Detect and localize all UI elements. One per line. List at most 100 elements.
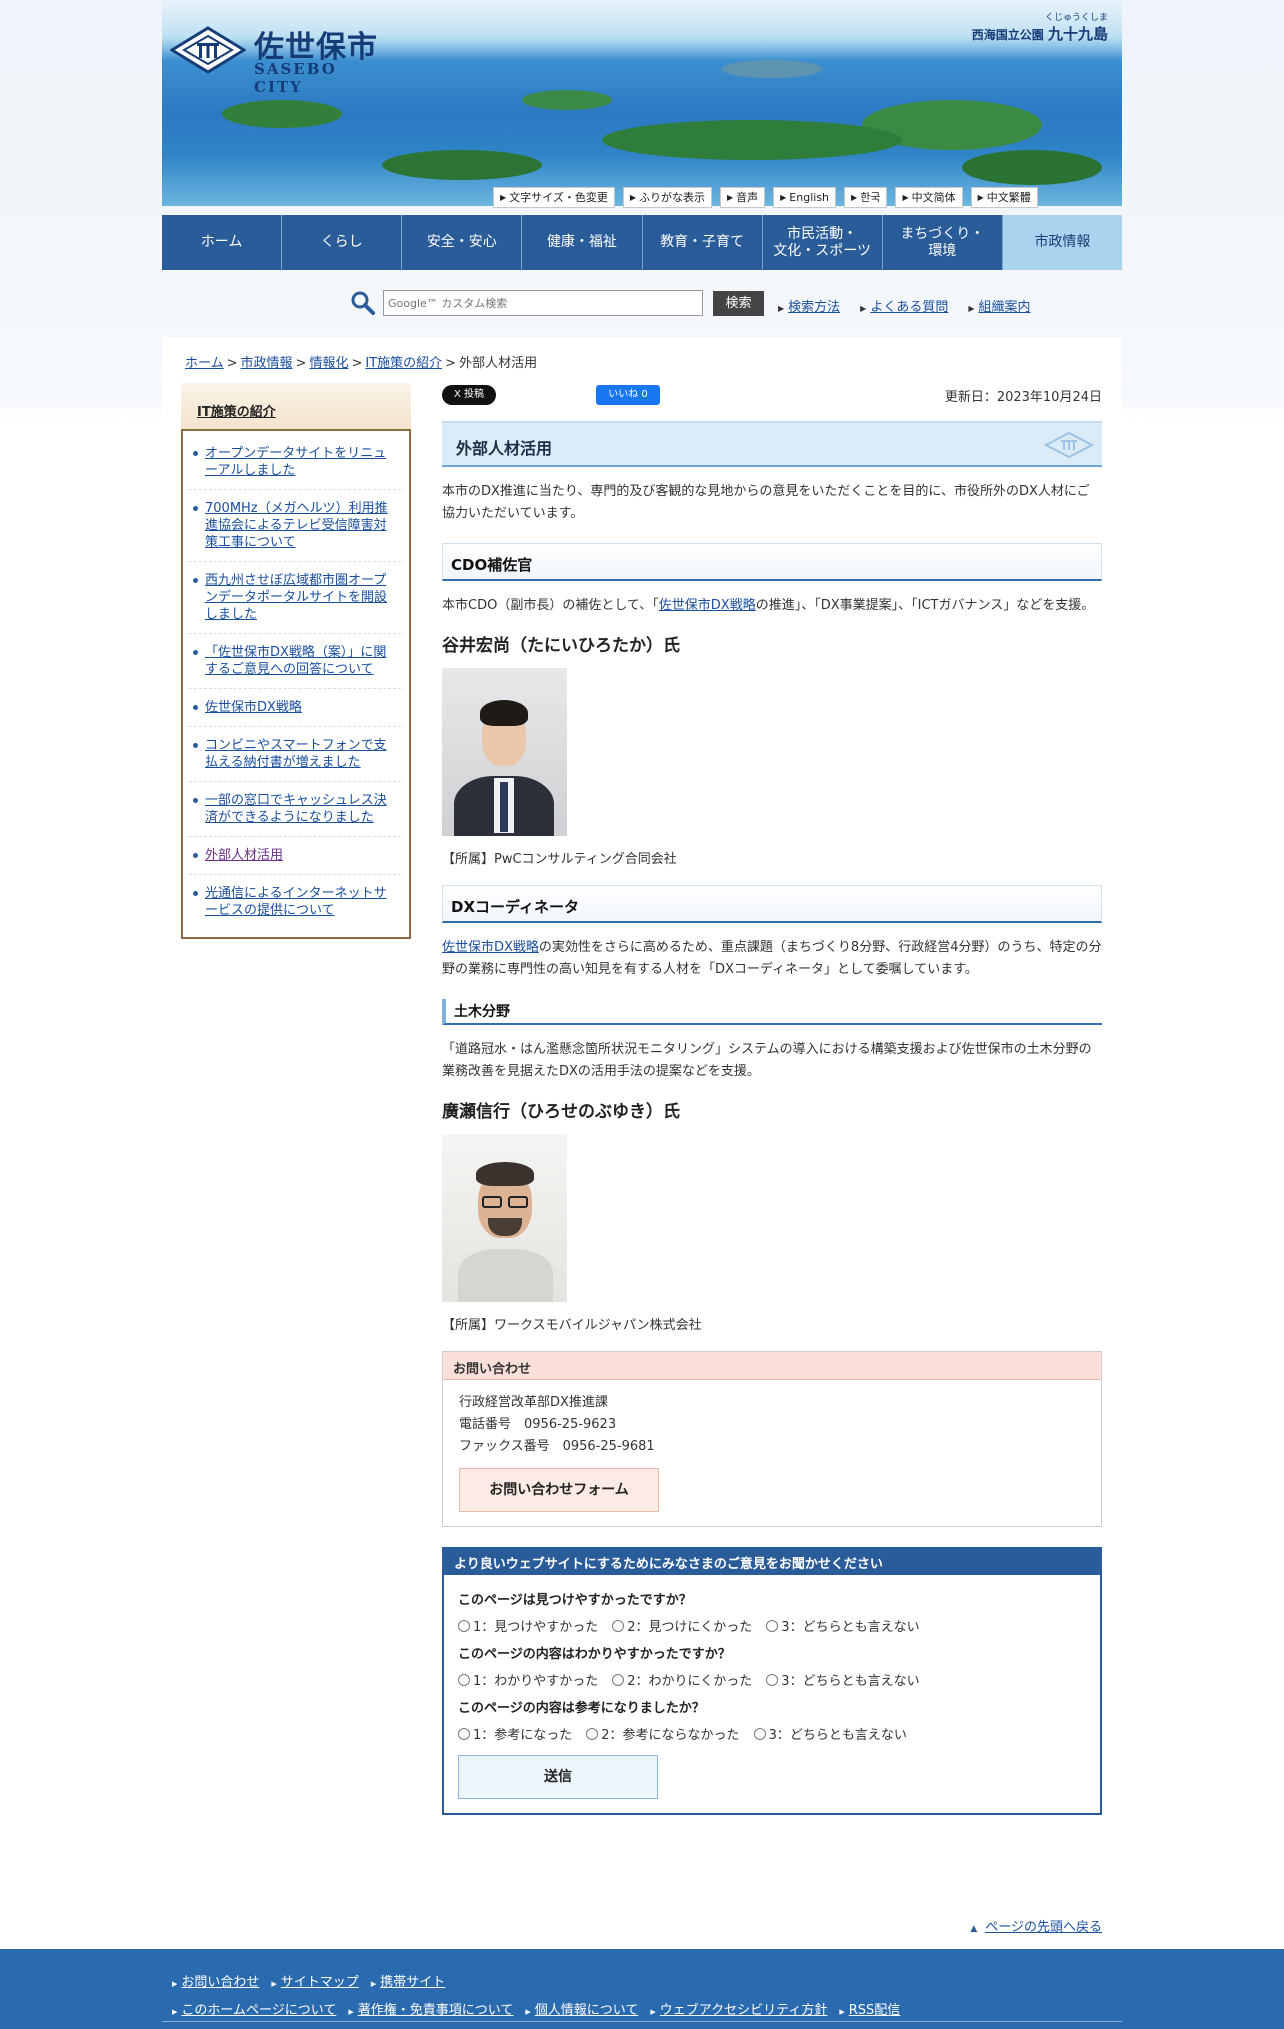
subsection-heading-civil: 土木分野 (442, 999, 1102, 1025)
content-wrapper: ホーム > 市政情報 > 情報化 > IT施策の紹介 > 外部人材活用 IT施策の紹介 オープン… (162, 337, 1122, 1949)
nav-home[interactable]: ホーム (162, 215, 283, 270)
dx-strategy-link[interactable]: 佐世保市DX戦略 (659, 598, 756, 613)
logo-subtitle: SASEBO CITY (254, 60, 337, 96)
footer-link-privacy[interactable]: 個人情報について (525, 1999, 639, 2018)
sidebar-item: 佐世保市DX戦略 (189, 689, 401, 727)
inquiry-heading: お問い合わせ (443, 1352, 1101, 1380)
radio-button[interactable] (753, 1727, 766, 1740)
footer-link-about[interactable]: このホームページについて (172, 1999, 336, 2018)
radio-button[interactable] (612, 1619, 625, 1632)
nav-city-admin[interactable]: 市政情報 (1002, 215, 1122, 270)
site-footer: お問い合わせ サイトマップ 携帯サイト このホームページについて 著作権・免責事… (0, 1949, 1284, 2029)
footer-link-copyright[interactable]: 著作権・免責事項について (348, 1999, 514, 2018)
english-button[interactable]: English (773, 187, 837, 208)
breadcrumb-it-policy[interactable]: IT施策の紹介 (365, 356, 442, 371)
survey-option[interactable]: 2：見つけにくかった (612, 1616, 752, 1635)
nav-health[interactable]: 健康・福祉 (522, 215, 643, 270)
site-logo[interactable]: 佐世保市 SASEBO CITY (170, 22, 390, 96)
nav-education[interactable]: 教育・子育て (642, 215, 763, 270)
header-island (602, 120, 902, 160)
survey-submit-button[interactable]: 送信 (458, 1755, 658, 1799)
survey-option[interactable]: 3：どちらとも言えない (766, 1616, 920, 1635)
sidebar-link[interactable]: 西九州させぼ広域都市圏オープンデータポータルサイトを開設しました (205, 573, 387, 622)
coordinator-text: 佐世保市DX戦略の実効性をさらに高めるため、重点課題（まちづくり8分野、行政経営… (442, 940, 1102, 977)
sidebar-item: 西九州させぼ広域都市圏オープンデータポータルサイトを開設しました (189, 562, 401, 634)
sidebar-link[interactable]: 「佐世保市DX戦略（案）」に関するご意見への回答について (205, 645, 386, 677)
breadcrumb-it[interactable]: 情報化 (309, 356, 348, 371)
back-to-top-link[interactable]: ページの先頭へ戻る (970, 1916, 1102, 1935)
breadcrumb-city-admin[interactable]: 市政情報 (241, 356, 293, 371)
sidebar-link[interactable]: 700MHz（メガヘルツ）利用推進協会によるテレビ受信障害対策工事について (205, 501, 388, 550)
footer-link-rss[interactable]: RSS配信 (839, 1999, 901, 2018)
sidebar-item: 光通信によるインターネットサービスの提供について (189, 875, 401, 929)
header-island (382, 150, 542, 180)
header-island (522, 90, 612, 110)
faq-link[interactable]: よくある質問 (860, 296, 948, 315)
site-header: 佐世保市 SASEBO CITY くじゅうくしま 西海国立公園 九十九島 (162, 0, 1122, 206)
footer-link-mobile[interactable]: 携帯サイト (371, 1971, 445, 1990)
inquiry-form-button[interactable]: お問い合わせフォーム (459, 1468, 659, 1512)
radio-button[interactable] (766, 1673, 779, 1686)
person-photo-hirose (442, 1134, 567, 1302)
inquiry-box: お問い合わせ 行政経営改革部DX推進課 電話番号 0956-25-9623 ファ… (442, 1351, 1102, 1527)
sidebar: IT施策の紹介 オープンデータサイトをリニューアルしました 700MHz（メガヘ… (181, 383, 411, 939)
chinese-traditional-button[interactable]: 中文繁體 (970, 187, 1038, 208)
park-prefix: 西海国立公園 (971, 28, 1044, 42)
park-ruby: くじゅうくしま (1044, 13, 1108, 23)
survey-option[interactable]: 1：わかりやすかった (458, 1670, 598, 1689)
footer-link-contact[interactable]: お問い合わせ (172, 1971, 259, 1990)
sidebar-link[interactable]: 一部の窓口でキャッシュレス決済ができるようになりました (205, 793, 387, 825)
radio-button[interactable] (766, 1619, 779, 1632)
sidebar-link[interactable]: 佐世保市DX戦略 (205, 700, 302, 715)
person-name-tanii: 谷井宏尚（たにいひろたか）氏 (442, 636, 680, 656)
search-input[interactable] (383, 290, 703, 316)
nav-culture[interactable]: 市民活動・ 文化・スポーツ (762, 215, 883, 270)
furigana-button[interactable]: ふりがな表示 (622, 187, 712, 208)
facebook-like-button[interactable]: いいね 0 (596, 385, 660, 405)
organization-link[interactable]: 組織案内 (968, 296, 1031, 315)
header-island (962, 150, 1102, 185)
survey-option[interactable]: 1：見つけやすかった (458, 1616, 598, 1635)
section-heading-cdo: CDO補佐官 (442, 543, 1102, 581)
survey-option[interactable]: 3：どちらとも言えない (753, 1724, 907, 1743)
sidebar-item-current: 外部人材活用 (189, 837, 401, 875)
radio-button[interactable] (458, 1673, 470, 1686)
sidebar-link[interactable]: オープンデータサイトをリニューアルしました (205, 446, 386, 478)
footer-links-row: このホームページについて 著作権・免責事項について 個人情報について ウェブアク… (172, 1999, 900, 2018)
chinese-simplified-button[interactable]: 中文简体 (895, 187, 963, 208)
sidebar-link[interactable]: 光通信によるインターネットサービスの提供について (205, 886, 387, 918)
sidebar-title[interactable]: IT施策の紹介 (181, 383, 411, 429)
affiliation-tanii: 【所属】PwCコンサルティング合同会社 (442, 852, 677, 867)
voice-button[interactable]: 音声 (719, 187, 766, 208)
sidebar-item: 700MHz（メガヘルツ）利用推進協会によるテレビ受信障害対策工事について (189, 490, 401, 562)
survey-option[interactable]: 2：わかりにくかった (612, 1670, 752, 1689)
nav-living[interactable]: くらし (282, 215, 403, 270)
park-logo: くじゅうくしま 西海国立公園 九十九島 (972, 10, 1108, 44)
radio-button[interactable] (458, 1727, 470, 1740)
korean-button[interactable]: 한국 (844, 187, 888, 208)
font-size-color-button[interactable]: 文字サイズ・色変更 (493, 187, 615, 208)
city-emblem-icon (1044, 431, 1094, 459)
header-island (722, 60, 822, 78)
radio-button[interactable] (458, 1619, 470, 1632)
survey-option[interactable]: 2：参考にならなかった (586, 1724, 740, 1743)
search-button[interactable]: 検索 (713, 291, 764, 316)
nav-town[interactable]: まちづくり・ 環境 (882, 215, 1003, 270)
city-emblem-icon (170, 26, 246, 74)
footer-link-accessibility[interactable]: ウェブアクセシビリティ方針 (650, 1999, 828, 2018)
footer-link-sitemap[interactable]: サイトマップ (271, 1971, 359, 1990)
radio-button[interactable] (586, 1727, 599, 1740)
footer-divider (162, 2021, 1122, 2022)
nav-safety[interactable]: 安全・安心 (402, 215, 523, 270)
sidebar-link-current[interactable]: 外部人材活用 (205, 848, 283, 863)
survey-question: このページは見つけやすかったですか？ (458, 1593, 692, 1608)
header-island (222, 100, 342, 128)
survey-option[interactable]: 1：参考になった (458, 1724, 572, 1743)
dx-strategy-link[interactable]: 佐世保市DX戦略 (442, 940, 539, 955)
radio-button[interactable] (612, 1673, 625, 1686)
breadcrumb-home[interactable]: ホーム (185, 356, 224, 371)
survey-option[interactable]: 3：どちらとも言えない (766, 1670, 920, 1689)
sidebar-link[interactable]: コンビニやスマートフォンで支払える納付書が増えました (205, 738, 387, 770)
search-help-link[interactable]: 検索方法 (778, 296, 840, 315)
x-share-button[interactable]: X 投稿 (442, 385, 496, 405)
